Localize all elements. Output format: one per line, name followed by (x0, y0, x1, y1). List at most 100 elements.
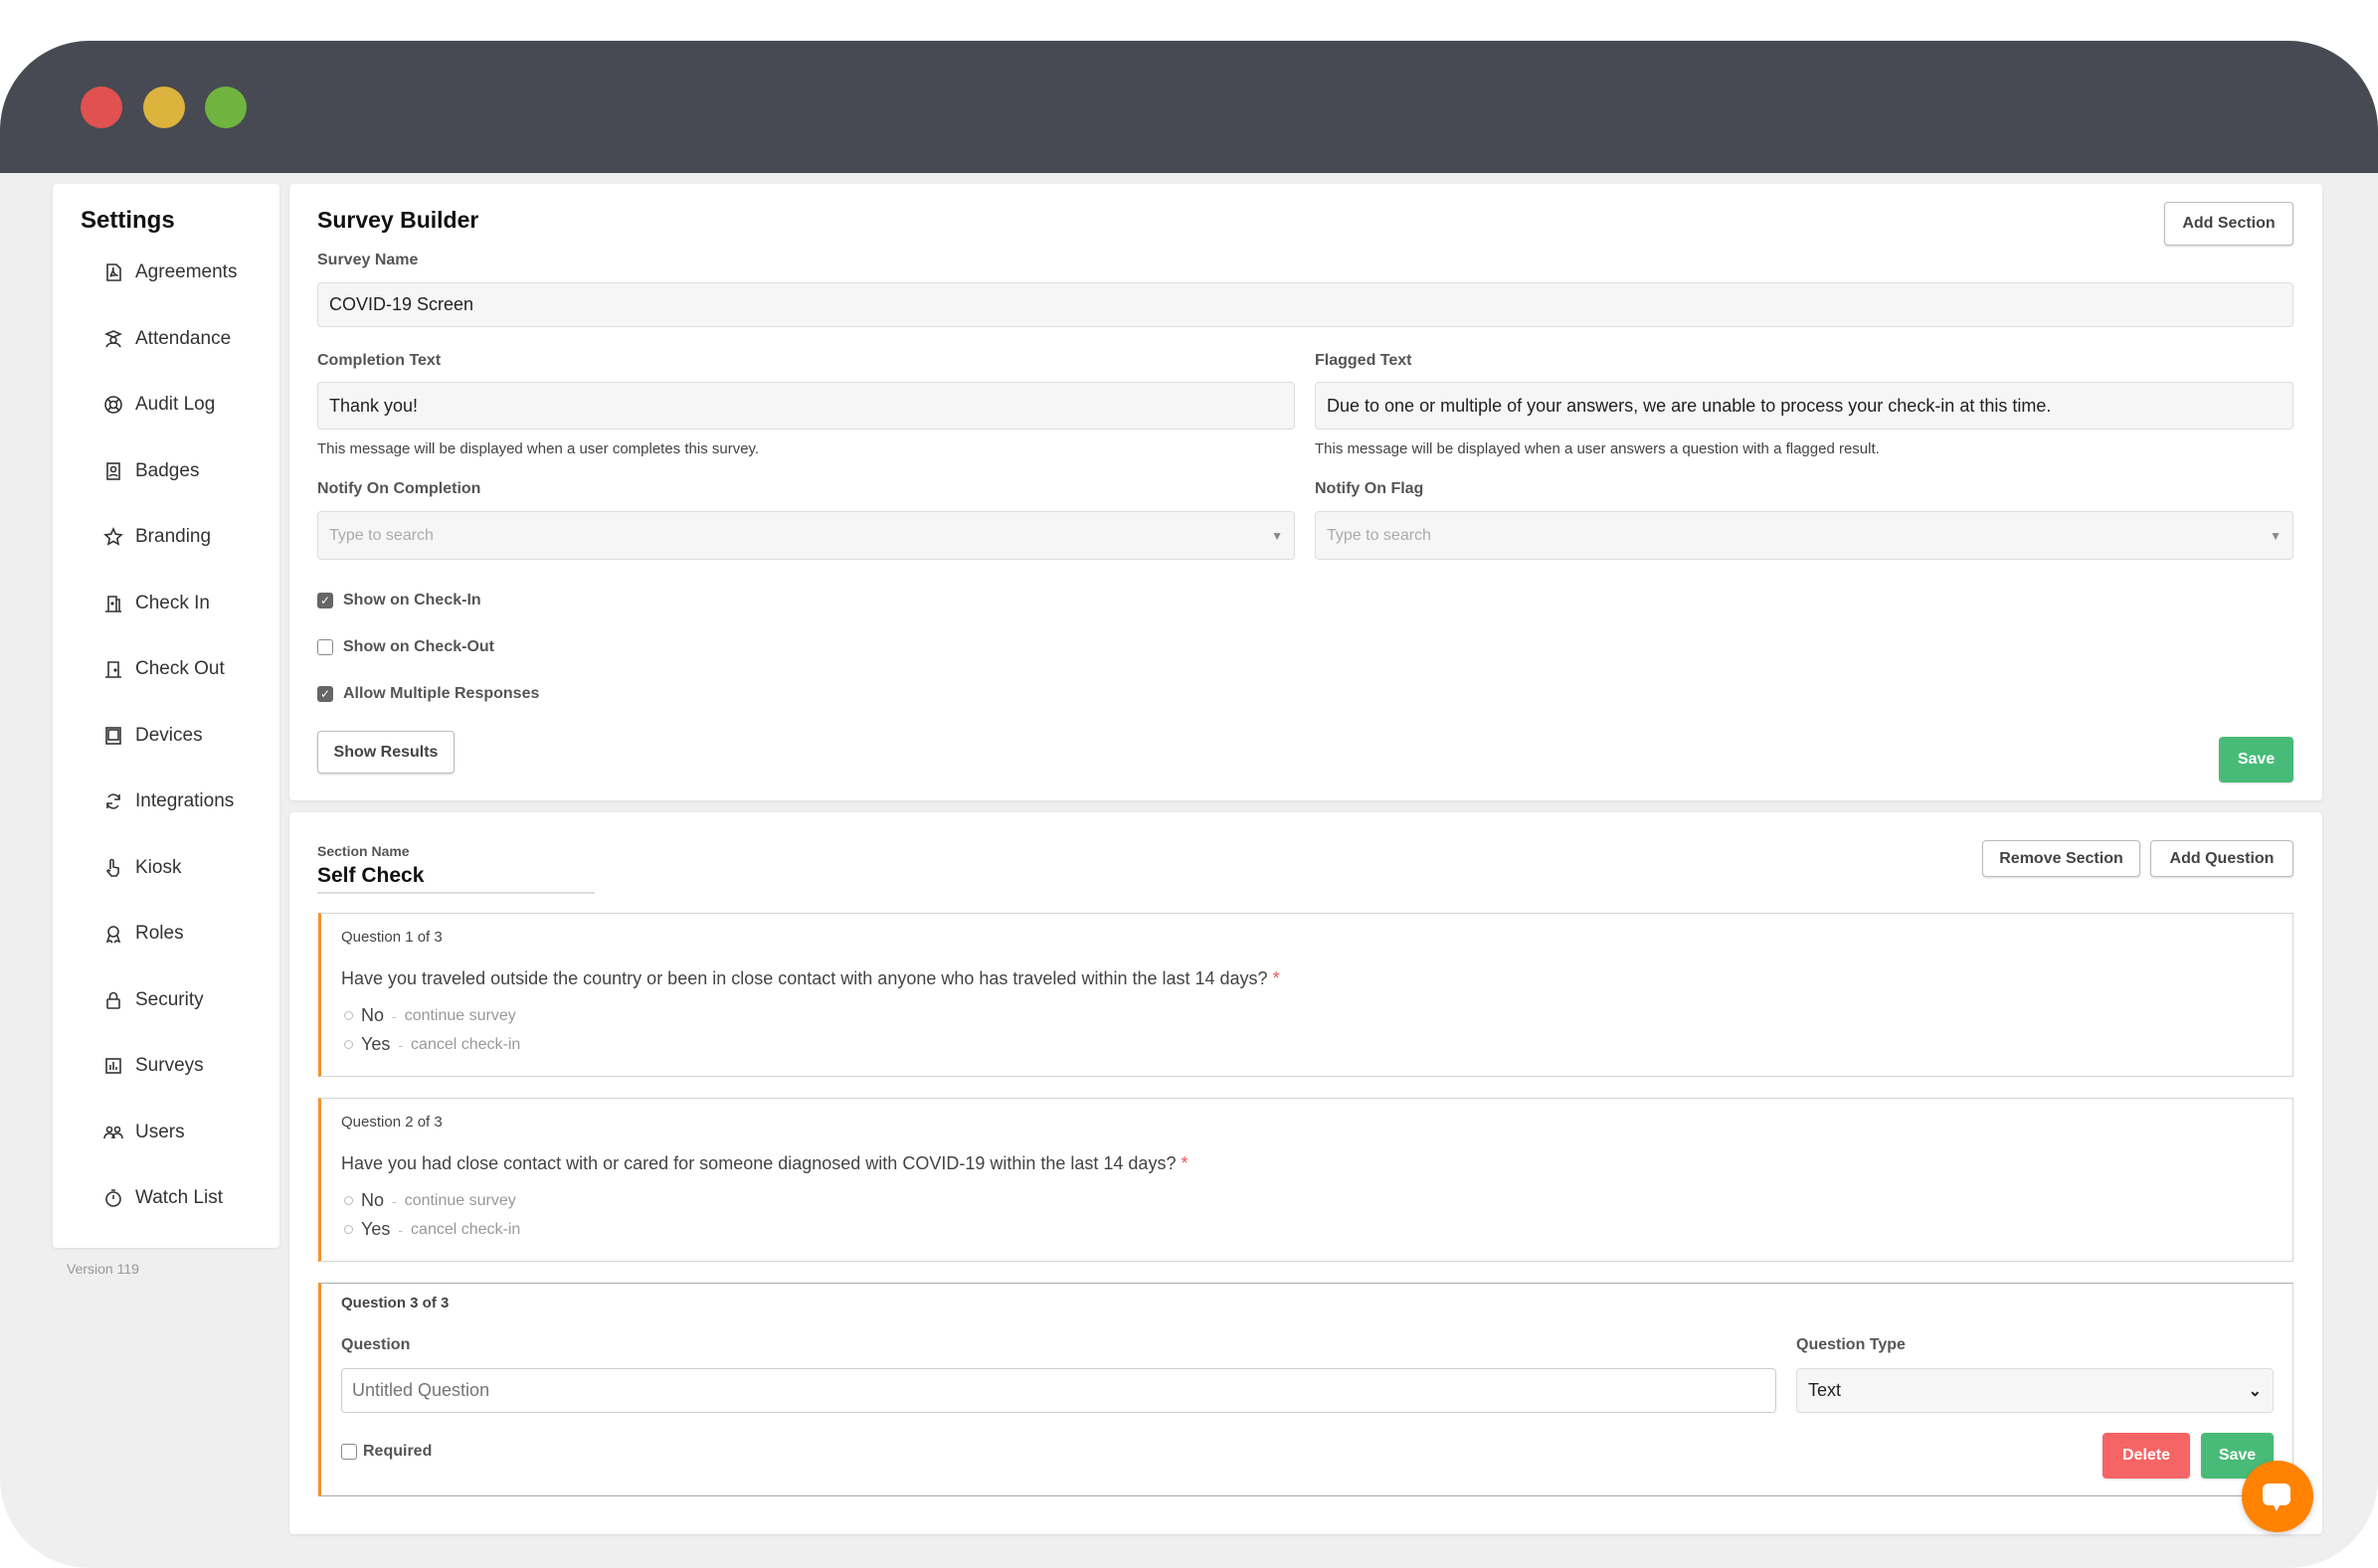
sidebar-item-watch-list[interactable]: Watch List (103, 1183, 223, 1213)
question-counter: Question 1 of 3 (341, 929, 443, 946)
separator: - (398, 1221, 404, 1238)
answer-option-no: No - continue survey (344, 1005, 516, 1026)
sidebar-item-integrations[interactable]: Integrations (103, 786, 234, 816)
close-window-button[interactable] (81, 87, 122, 128)
sidebar-item-roles[interactable]: Roles (103, 919, 184, 949)
stopwatch-icon (105, 1189, 121, 1207)
add-section-button[interactable]: Add Section (2164, 202, 2293, 246)
sidebar-item-kiosk[interactable]: Kiosk (103, 853, 181, 883)
sidebar-item-badges[interactable]: Badges (103, 456, 199, 486)
checkbox-row[interactable]: Show on Check-Out (317, 638, 494, 656)
checkbox-row[interactable]: ✓ Allow Multiple Responses (317, 685, 539, 703)
sidebar-item-label: Devices (135, 724, 203, 746)
required-label: Required (363, 1443, 433, 1460)
question-type-select[interactable]: Text ⌄ (1796, 1368, 2274, 1413)
caret-down-icon: ▼ (1271, 528, 1283, 543)
title-bar (0, 41, 2378, 173)
option-label: No (361, 1005, 385, 1025)
maximize-window-button[interactable] (205, 87, 247, 128)
flagged-help-text: This message will be displayed when a us… (1315, 440, 1880, 457)
checkbox-row[interactable]: ✓ Show on Check-In (317, 592, 481, 610)
sidebar-item-devices[interactable]: Devices (103, 721, 203, 751)
completion-text-label: Completion Text (317, 352, 442, 369)
sidebar-item-label: Audit Log (135, 394, 216, 415)
attendance-icon (103, 329, 123, 347)
sidebar-item-audit-log[interactable]: Audit Log (103, 390, 215, 420)
sidebar-item-agreements[interactable]: Agreements (103, 258, 237, 287)
chat-widget-button[interactable] (2242, 1461, 2313, 1532)
checkbox-label: Show on Check-In (343, 592, 481, 609)
required-checkbox-row[interactable]: Required (341, 1443, 432, 1461)
option-label: No (361, 1190, 385, 1210)
option-action: continue survey (404, 1006, 516, 1024)
question-input[interactable] (341, 1368, 1776, 1413)
section-name-label: Section Name (317, 843, 410, 859)
sidebar-item-label: Users (135, 1121, 185, 1142)
notify-completion-select[interactable]: Type to search ▼ (317, 511, 1295, 560)
delete-question-button[interactable]: Delete (2103, 1433, 2190, 1479)
answer-option-yes: Yes - cancel check-in (344, 1219, 520, 1240)
question-card[interactable]: Question 1 of 3 Have you traveled outsid… (318, 913, 2293, 1077)
survey-name-input[interactable]: COVID-19 Screen (317, 282, 2293, 327)
sidebar-item-check-out[interactable]: Check Out (103, 654, 225, 684)
flagged-text-input[interactable]: Due to one or multiple of your answers, … (1315, 382, 2293, 430)
required-checkbox[interactable] (341, 1444, 357, 1460)
remove-section-button[interactable]: Remove Section (1982, 840, 2140, 877)
chart-icon (105, 1058, 121, 1074)
sidebar-item-label: Branding (135, 526, 212, 547)
lock-icon (106, 991, 120, 1009)
question-text: Have you traveled outside the country or… (341, 968, 1280, 989)
radio-icon (344, 1011, 353, 1020)
sidebar-item-branding[interactable]: Branding (103, 522, 211, 552)
sync-icon (106, 793, 120, 809)
notify-flag-select[interactable]: Type to search ▼ (1315, 511, 2293, 560)
radio-icon (344, 1225, 353, 1234)
minimize-window-button[interactable] (143, 87, 185, 128)
question-card[interactable]: Question 2 of 3 Have you had close conta… (318, 1098, 2293, 1262)
sidebar-item-label: Badges (135, 459, 200, 481)
lifebuoy-icon (104, 396, 122, 414)
question-counter: Question 2 of 3 (341, 1114, 443, 1131)
add-question-button[interactable]: Add Question (2150, 840, 2293, 877)
sidebar-item-surveys[interactable]: Surveys (103, 1051, 204, 1081)
option-label: Yes (361, 1034, 391, 1054)
tablet-icon (105, 726, 121, 745)
completion-text-input[interactable]: Thank you! (317, 382, 1295, 430)
chat-bubble-icon (2263, 1483, 2290, 1511)
sidebar-item-check-in[interactable]: Check In (103, 589, 210, 618)
search-placeholder: Type to search (329, 526, 434, 544)
separator: - (398, 1036, 404, 1053)
option-action: cancel check-in (411, 1220, 521, 1238)
question-type-value: Text (1808, 1380, 1842, 1400)
award-icon (105, 926, 121, 944)
sidebar-item-label: Security (135, 988, 204, 1010)
checkbox-label: Show on Check-Out (343, 638, 494, 655)
section-name-input[interactable]: Self Check (317, 864, 595, 894)
checkbox[interactable] (317, 639, 333, 655)
option-action: cancel check-in (411, 1035, 521, 1053)
checkbox[interactable]: ✓ (317, 686, 333, 702)
show-results-button[interactable]: Show Results (317, 731, 455, 774)
sidebar-item-attendance[interactable]: Attendance (103, 324, 231, 354)
caret-down-icon: ▼ (2270, 528, 2282, 543)
sidebar-item-label: Check Out (135, 658, 225, 679)
option-label: Yes (361, 1219, 391, 1239)
question-text: Have you had close contact with or cared… (341, 1153, 1188, 1174)
notify-completion-label: Notify On Completion (317, 480, 481, 497)
separator: - (392, 1192, 397, 1209)
version-label: Version 119 (67, 1261, 139, 1277)
radio-icon (344, 1040, 353, 1049)
checkbox[interactable]: ✓ (317, 593, 333, 609)
radio-icon (344, 1196, 353, 1205)
completion-help-text: This message will be displayed when a us… (317, 440, 760, 457)
door-out-icon (105, 661, 121, 678)
survey-builder-card (289, 184, 2322, 800)
star-icon (103, 527, 123, 546)
survey-name-label: Survey Name (317, 252, 419, 268)
sidebar-item-users[interactable]: Users (103, 1118, 185, 1147)
sidebar-item-label: Kiosk (135, 856, 182, 878)
save-survey-button[interactable]: Save (2219, 737, 2293, 783)
separator: - (392, 1007, 397, 1024)
sidebar-item-security[interactable]: Security (103, 985, 204, 1015)
flagged-text-label: Flagged Text (1315, 352, 1412, 369)
